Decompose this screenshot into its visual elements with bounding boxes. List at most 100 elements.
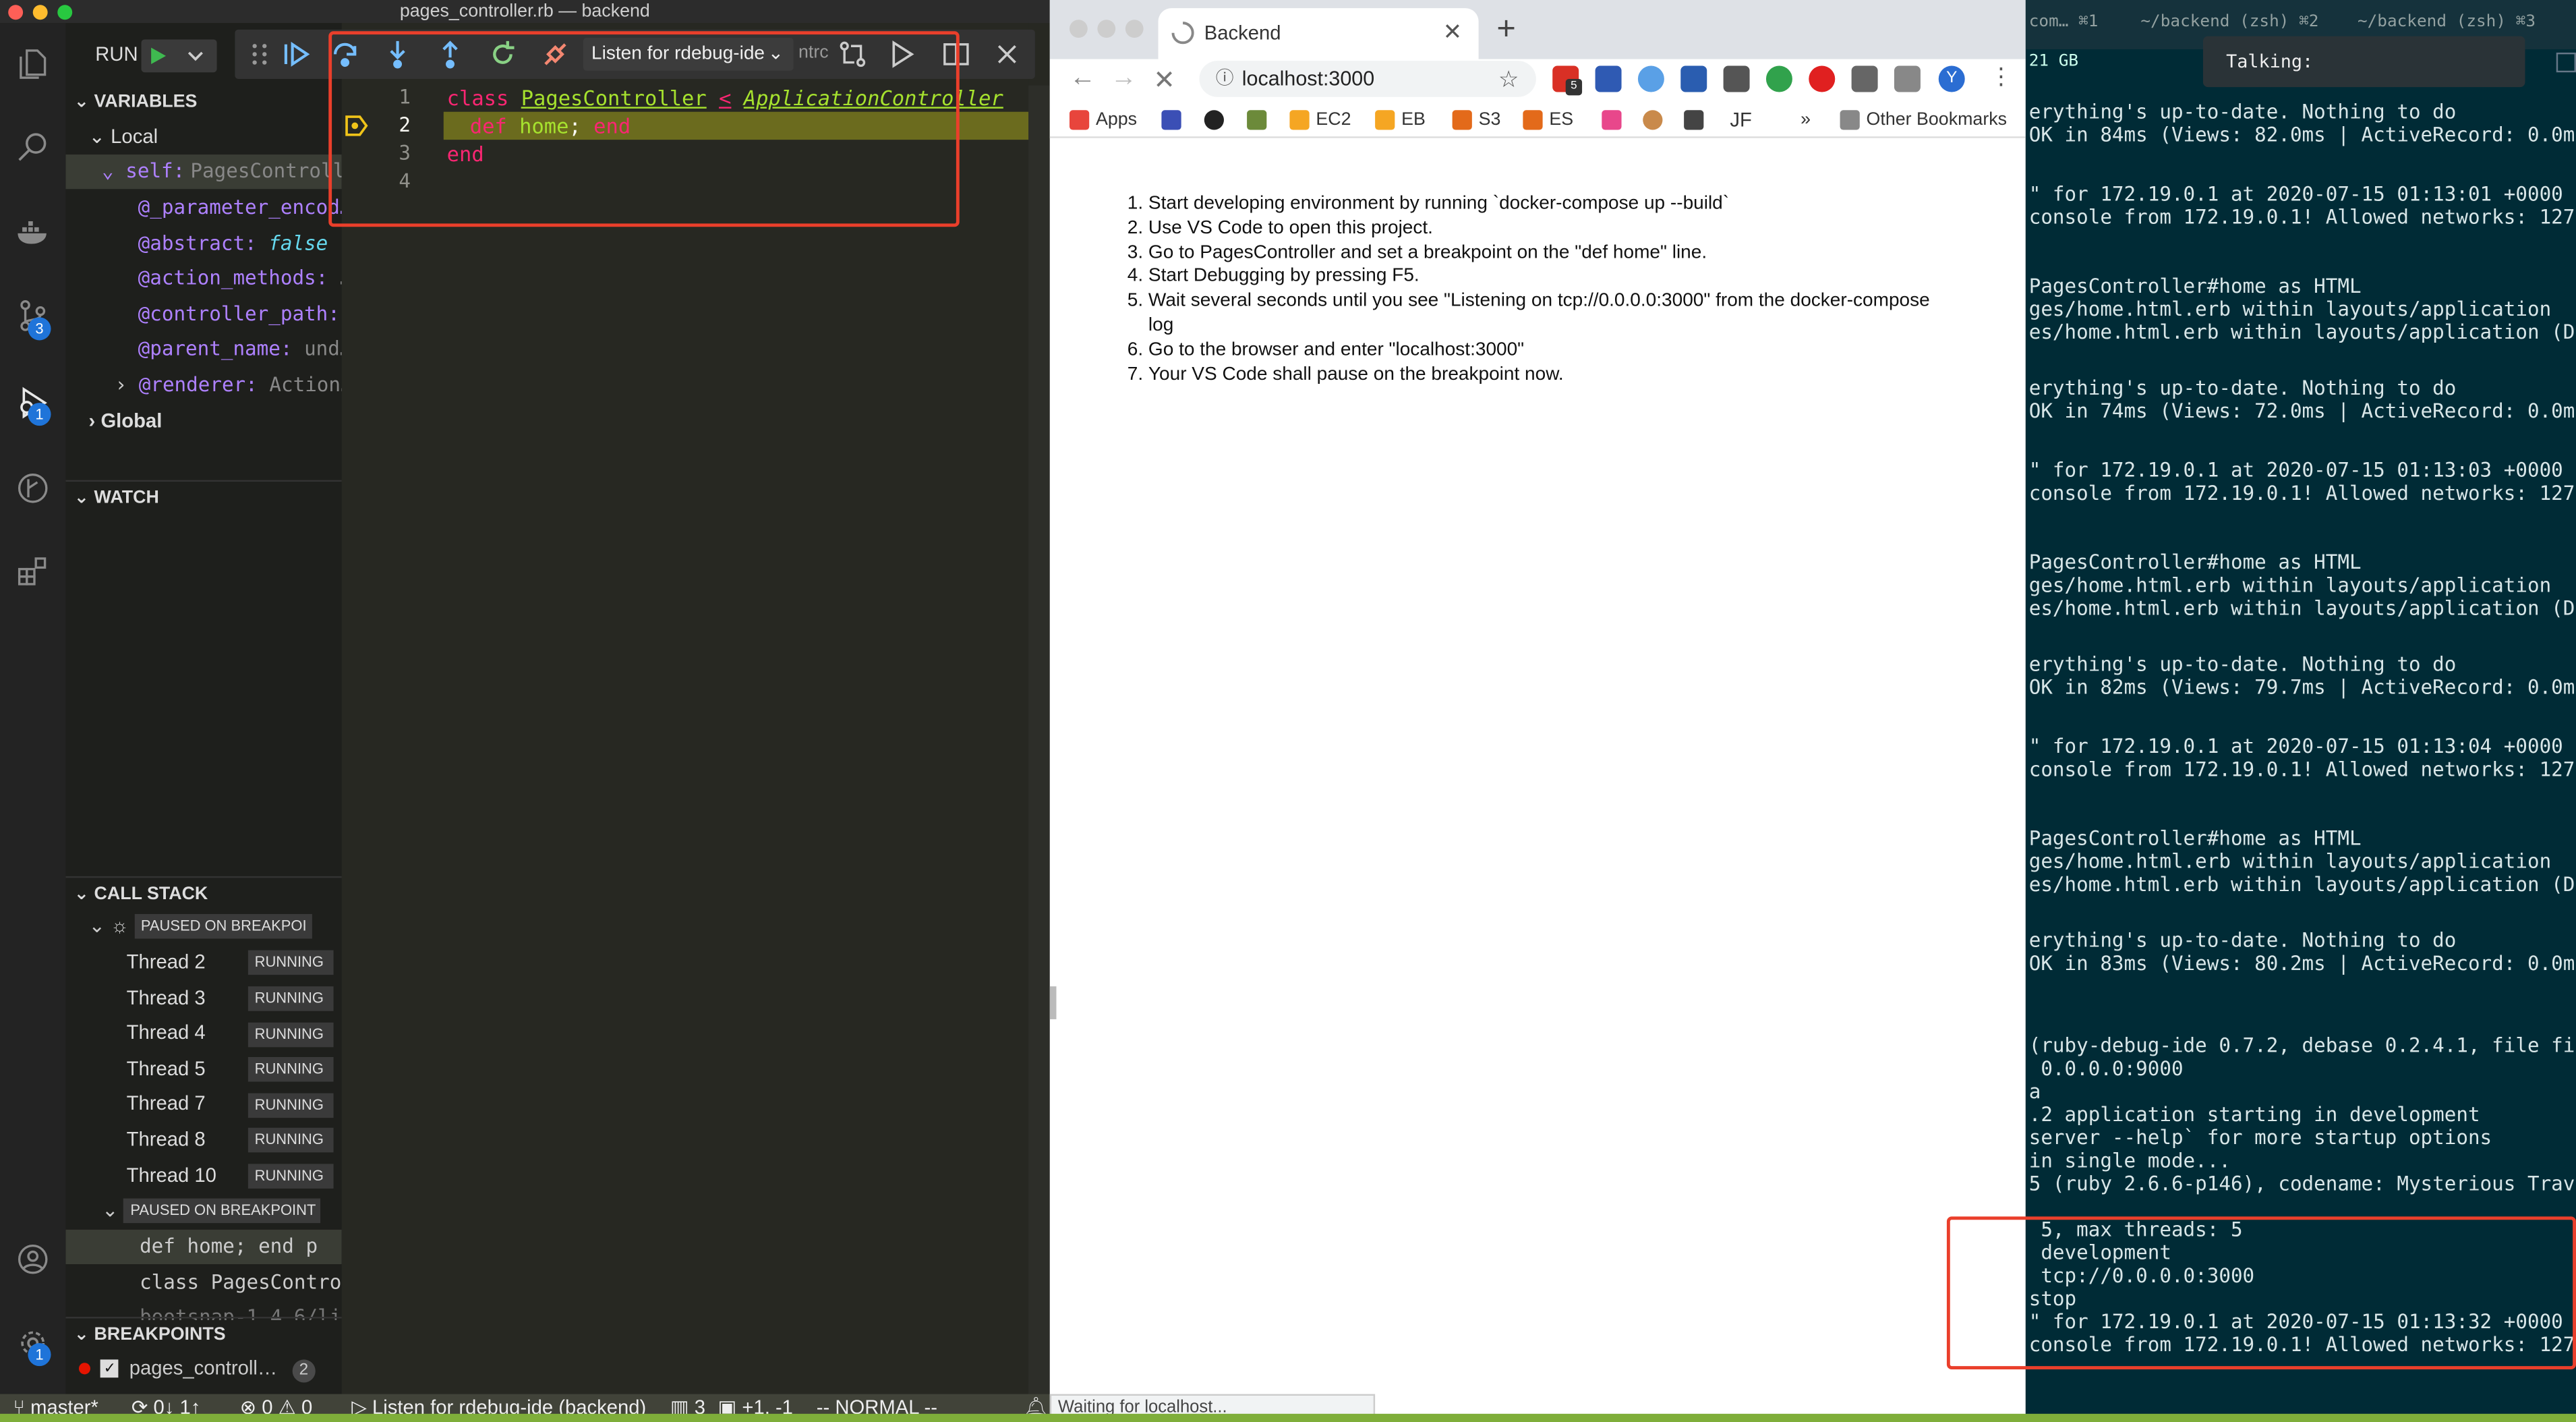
- forward-icon[interactable]: →: [1111, 64, 1137, 94]
- stop-loading-icon[interactable]: ✕: [1153, 64, 1175, 97]
- breakpoint-checkbox[interactable]: ✓: [100, 1360, 119, 1378]
- bookmarks-bar: Apps EC2 EB S3 ES JF » Other Bookmarks: [1049, 102, 2026, 138]
- terminal-tab[interactable]: com… ⌘1: [2029, 13, 2099, 31]
- maximize-window-icon[interactable]: [57, 5, 73, 20]
- extension-red-icon[interactable]: [1809, 65, 1836, 92]
- stack-frame[interactable]: def home; end p: [65, 1229, 342, 1265]
- extension-z-icon[interactable]: [1595, 65, 1622, 92]
- breakpoint-dot-icon: [78, 1363, 90, 1375]
- bookmark-github-icon[interactable]: [1204, 109, 1231, 132]
- thread-item[interactable]: Thread 5 RUNNING: [65, 1052, 341, 1086]
- terminal-line: 0.0.0.0:9000: [2028, 1056, 2184, 1081]
- git-graph-icon[interactable]: [8, 463, 57, 513]
- menu-kebab-icon[interactable]: ⋮: [1989, 63, 2012, 90]
- bookmark-z-icon[interactable]: [1161, 109, 1188, 132]
- docker-icon[interactable]: [8, 207, 57, 256]
- call-stack-section-header[interactable]: ⌄ CALL STACK: [65, 876, 342, 909]
- close-window-icon[interactable]: [1069, 20, 1088, 38]
- scm-badge: 3: [28, 317, 51, 341]
- extension-bird-icon[interactable]: [1637, 65, 1664, 92]
- stack-frame[interactable]: class PagesControll: [65, 1265, 342, 1299]
- extensions-puzzle-icon[interactable]: [1851, 65, 1878, 92]
- variable-row[interactable]: @_parameter_encod…: [65, 191, 342, 225]
- thread-item[interactable]: Thread 10 RUNNING: [65, 1158, 341, 1193]
- chrome-window: Backend ✕ + ← → ✕ ⓘ localhost:3000 ☆ 5 Y…: [1049, 0, 2026, 1422]
- global-scope[interactable]: › Global: [65, 404, 341, 438]
- terminal-line: " for 172.19.0.1 at 2020-07-15 01:13:01 …: [2028, 182, 2563, 206]
- bookmark-eb[interactable]: EB: [1375, 109, 1426, 132]
- editor-scrollbar[interactable]: [1028, 85, 1050, 1394]
- debug-badge: 1: [28, 403, 51, 426]
- local-scope[interactable]: ⌄ Local: [65, 120, 341, 154]
- terminal-line: ges/home.html.erb within layouts/applica…: [2028, 849, 2552, 874]
- extension-v-icon[interactable]: [1680, 65, 1707, 92]
- variable-row[interactable]: @parent_name: und…: [65, 333, 342, 367]
- info-icon[interactable]: ⓘ: [1216, 61, 1234, 97]
- tab-backend[interactable]: Backend ✕: [1158, 8, 1479, 59]
- bookmark-jf[interactable]: JF: [1730, 109, 1752, 132]
- bookmark-star-icon[interactable]: ☆: [1498, 61, 1519, 97]
- bookmarks-overflow[interactable]: »: [1801, 109, 1811, 132]
- minimize-window-icon[interactable]: [32, 5, 48, 20]
- extension-shuffle-icon[interactable]: [1723, 65, 1750, 92]
- variable-row[interactable]: @controller_path: …: [65, 297, 341, 332]
- extension-green-icon[interactable]: [1765, 65, 1792, 92]
- terminal-line: ges/home.html.erb within layouts/applica…: [2028, 297, 2552, 321]
- bookmark-wave-icon[interactable]: [1684, 109, 1710, 132]
- instruction-item: Start developing environment by running …: [1148, 192, 1943, 217]
- memory-readout: 21 GB: [2028, 52, 2079, 71]
- breakpoints-section-header[interactable]: ⌄ BREAKPOINTS: [65, 1317, 342, 1350]
- url-text: localhost:3000: [1241, 67, 1375, 91]
- terminal-line: OK in 84ms (Views: 82.0ms | ActiveRecord…: [2028, 123, 2576, 146]
- maximize-window-icon[interactable]: [1125, 20, 1144, 38]
- paused-session[interactable]: ⌄ ☼ PAUSED ON BREAKPOI: [65, 909, 341, 944]
- close-window-icon[interactable]: [8, 5, 24, 20]
- thread-item[interactable]: Thread 3 RUNNING: [65, 981, 341, 1015]
- profile-avatar[interactable]: Y: [1938, 65, 1965, 92]
- variable-row[interactable]: › @renderer: Action…: [65, 368, 342, 403]
- window-resize-handle[interactable]: [1049, 986, 1057, 1019]
- breakpoint-item[interactable]: ✓ pages_controll… 2: [65, 1351, 341, 1386]
- close-tab-icon[interactable]: ✕: [1443, 18, 1463, 46]
- self-variable[interactable]: ⌄ self: PagesControll…: [65, 154, 342, 190]
- start-debugging-button[interactable]: [141, 39, 217, 73]
- variables-section-header[interactable]: ⌄ VARIABLES: [65, 86, 341, 119]
- search-icon[interactable]: [8, 123, 57, 173]
- address-bar[interactable]: ⓘ localhost:3000 ☆: [1199, 61, 1536, 97]
- extension-badge: 5: [1565, 78, 1583, 96]
- bookmark-s3[interactable]: S3: [1452, 109, 1500, 132]
- accounts-icon[interactable]: [8, 1234, 57, 1284]
- terminal-window[interactable]: com… ⌘1 ~/backend (zsh) ⌘2 ~/backend (zs…: [2025, 0, 2576, 1422]
- reading-list-icon[interactable]: [1894, 65, 1921, 92]
- extension-calendar-icon[interactable]: 5: [1552, 65, 1583, 96]
- extensions-icon[interactable]: [8, 548, 57, 597]
- bookmark-apps[interactable]: Apps: [1069, 109, 1137, 132]
- variable-row[interactable]: @action_methods: …: [65, 262, 342, 296]
- watch-section-header[interactable]: ⌄ WATCH: [65, 480, 342, 513]
- bookmark-key-icon[interactable]: [1247, 109, 1273, 132]
- bookmark-kibana-icon[interactable]: [1602, 109, 1628, 132]
- thread-item[interactable]: Thread 8 RUNNING: [65, 1122, 341, 1157]
- new-tab-icon[interactable]: +: [1496, 11, 1515, 49]
- back-icon[interactable]: ←: [1070, 64, 1096, 94]
- bookmark-avatar-icon[interactable]: [1643, 109, 1669, 132]
- minimize-window-icon[interactable]: [1097, 20, 1116, 38]
- other-bookmarks[interactable]: Other Bookmarks: [1840, 109, 2007, 132]
- terminal-tab[interactable]: ~/backend (zsh) ⌘3: [2358, 13, 2536, 31]
- thread-item[interactable]: Thread 2 RUNNING: [65, 945, 341, 979]
- terminal-scroll-icon[interactable]: [2556, 52, 2576, 73]
- explorer-icon[interactable]: [8, 39, 57, 88]
- bookmark-es[interactable]: ES: [1523, 109, 1573, 132]
- terminal-line: erything's up-to-date. Nothing to do: [2028, 100, 2457, 123]
- terminal-tab[interactable]: ~/backend (zsh) ⌘2: [2140, 13, 2318, 31]
- close-icon[interactable]: [992, 39, 1022, 69]
- terminal-line: console from 172.19.0.1! Allowed network…: [2028, 758, 2576, 781]
- bookmark-ec2[interactable]: EC2: [1289, 109, 1351, 132]
- drag-handle-icon[interactable]: [245, 39, 274, 69]
- variable-row[interactable]: @abstract: false: [65, 226, 341, 260]
- thread-item[interactable]: Thread 7 RUNNING: [65, 1087, 341, 1122]
- continue-icon[interactable]: [281, 39, 311, 69]
- code-editor[interactable]: [341, 23, 1029, 1394]
- thread-item[interactable]: Thread 4 RUNNING: [65, 1017, 341, 1051]
- paused-thread[interactable]: ⌄ PAUSED ON BREAKPOINT: [65, 1193, 341, 1228]
